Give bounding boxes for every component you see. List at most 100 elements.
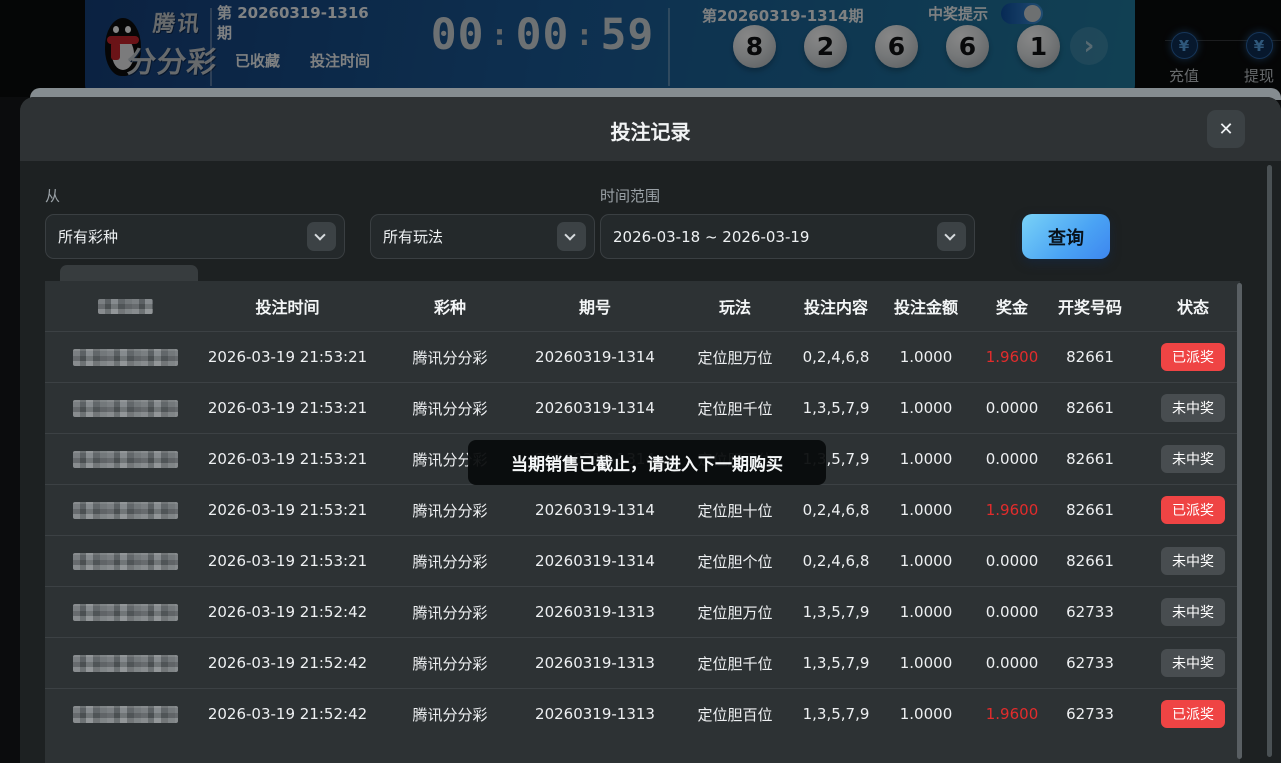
cell-period: 20260319-1314 [530, 332, 660, 382]
penguin-scarf [111, 42, 120, 60]
time-range-label: 时间范围 [600, 185, 660, 206]
cell-username-blurred [45, 485, 205, 535]
lottery-type-select[interactable]: 所有彩种 [45, 214, 345, 259]
cell-prize: 0.0000 [990, 536, 1034, 586]
query-button[interactable]: 查询 [1022, 214, 1110, 259]
status-badge: 未中奖 [1161, 445, 1225, 473]
cell-bet-time: 2026-03-19 21:53:21 [205, 332, 370, 382]
cell-status: 未中奖 [1146, 638, 1240, 688]
recharge-label: 充值 [1158, 65, 1210, 86]
cell-bet-time: 2026-03-19 21:53:21 [205, 383, 370, 433]
cell-username-blurred [45, 638, 205, 688]
cell-period: 20260319-1314 [530, 536, 660, 586]
table-row[interactable]: 2026-03-19 21:53:21 腾讯分分彩 20260319-1314 … [45, 382, 1240, 433]
recharge-button[interactable]: ¥ 充值 [1158, 32, 1210, 86]
result-period: 第20260319-1314期 [702, 5, 863, 26]
status-badge: 已派奖 [1161, 700, 1225, 728]
result-balls: 82661 [733, 25, 1060, 68]
header-username-blurred [45, 281, 205, 331]
modal-scrollbar[interactable] [1267, 165, 1272, 757]
win-tip-toggle[interactable] [1001, 3, 1043, 24]
countdown-minutes: 00 [516, 10, 570, 60]
play-type-select[interactable]: 所有玩法 [370, 214, 595, 259]
current-period-suffix: 期 [217, 23, 382, 43]
cell-bet-content: 1,3,5,7,9 [810, 638, 862, 688]
countdown-separator: : [485, 18, 516, 53]
chevron-down-icon [557, 222, 586, 251]
lottery-ball: 2 [804, 25, 847, 68]
lottery-banner: 腾讯 分分彩 第 20260319-1316 期 已收藏投注时间 00:00:5… [85, 0, 1135, 95]
cell-winning-numbers: 82661 [1034, 434, 1146, 484]
blurred-username [73, 553, 178, 570]
cell-status: 未中奖 [1146, 587, 1240, 637]
cell-bet-content: 1,3,5,7,9 [810, 383, 862, 433]
table-row[interactable]: 2026-03-19 21:52:42 腾讯分分彩 20260319-1313 … [45, 688, 1240, 739]
blurred-username [73, 706, 178, 723]
status-badge: 未中奖 [1161, 649, 1225, 677]
cell-username-blurred [45, 332, 205, 382]
cell-prize: 0.0000 [990, 383, 1034, 433]
cell-lottery-type: 腾讯分分彩 [370, 638, 530, 688]
cell-lottery-type: 腾讯分分彩 [370, 383, 530, 433]
favorited-label[interactable]: 已收藏 [235, 52, 280, 70]
table-row[interactable]: 2026-03-19 21:53:21 腾讯分分彩 20260319-1314 … [45, 331, 1240, 382]
countdown-hours: 00 [431, 10, 485, 60]
table-row[interactable]: 2026-03-19 21:52:42 腾讯分分彩 20260319-1313 … [45, 637, 1240, 688]
cell-bet-content: 0,2,4,6,8 [810, 332, 862, 382]
bet-time-tab[interactable]: 投注时间 [310, 52, 370, 70]
status-badge: 未中奖 [1161, 598, 1225, 626]
cell-bet-amount: 1.0000 [862, 587, 990, 637]
countdown-timer: 00:00:59 [415, 10, 670, 60]
table-row[interactable]: 2026-03-19 21:53:21 腾讯分分彩 20260319-1314 … [45, 535, 1240, 586]
blurred-username [73, 655, 178, 672]
cell-username-blurred [45, 434, 205, 484]
column-header: 期号 [530, 281, 660, 331]
cell-bet-time: 2026-03-19 21:52:42 [205, 689, 370, 739]
cell-bet-amount: 1.0000 [862, 689, 990, 739]
cell-status: 已派奖 [1146, 689, 1240, 739]
status-badge: 未中奖 [1161, 394, 1225, 422]
cell-prize: 1.9600 [990, 689, 1034, 739]
withdraw-label: 提现 [1233, 65, 1281, 86]
cell-lottery-type: 腾讯分分彩 [370, 536, 530, 586]
table-row[interactable]: 2026-03-19 21:53:21 腾讯分分彩 20260319-1314 … [45, 484, 1240, 535]
status-badge: 已派奖 [1161, 496, 1225, 524]
cell-period: 20260319-1314 [530, 485, 660, 535]
cell-bet-amount: 1.0000 [862, 383, 990, 433]
cell-play-type: 定位胆千位 [660, 638, 810, 688]
status-badge: 未中奖 [1161, 547, 1225, 575]
cell-status: 已派奖 [1146, 332, 1240, 382]
blurred-username [73, 502, 178, 519]
chevron-down-icon [307, 222, 336, 251]
column-header: 彩种 [370, 281, 530, 331]
blurred-username [73, 349, 178, 366]
status-badge: 已派奖 [1161, 343, 1225, 371]
cell-bet-amount: 1.0000 [862, 332, 990, 382]
column-header: 投注金额 [862, 281, 990, 331]
lottery-ball: 6 [875, 25, 918, 68]
cell-prize: 0.0000 [990, 434, 1034, 484]
withdraw-button[interactable]: ¥ 提现 [1233, 32, 1281, 86]
column-header: 投注时间 [205, 281, 370, 331]
lottery-type-value: 所有彩种 [58, 226, 118, 247]
cell-bet-amount: 1.0000 [862, 485, 990, 535]
close-icon[interactable]: ✕ [1207, 110, 1245, 148]
lottery-ball: 6 [946, 25, 989, 68]
date-range-select[interactable]: 2026-03-18 ~ 2026-03-19 [600, 214, 975, 259]
cell-status: 未中奖 [1146, 383, 1240, 433]
cell-lottery-type: 腾讯分分彩 [370, 332, 530, 382]
table-scrollbar[interactable] [1237, 283, 1242, 759]
table-row[interactable]: 2026-03-19 21:52:42 腾讯分分彩 20260319-1313 … [45, 586, 1240, 637]
chevron-down-icon [937, 222, 966, 251]
blurred-username [73, 604, 178, 621]
toggle-knob [1024, 5, 1041, 22]
cell-period: 20260319-1313 [530, 689, 660, 739]
cell-period: 20260319-1313 [530, 638, 660, 688]
cell-bet-content: 1,3,5,7,9 [810, 587, 862, 637]
cell-status: 未中奖 [1146, 434, 1240, 484]
cell-lottery-type: 腾讯分分彩 [370, 485, 530, 535]
bet-records-table: 投注时间彩种期号玩法投注内容投注金额奖金开奖号码状态 2026-03-19 21… [45, 281, 1240, 763]
cell-prize: 0.0000 [990, 587, 1034, 637]
next-period-button[interactable]: › [1070, 27, 1108, 65]
from-label: 从 [45, 185, 60, 206]
